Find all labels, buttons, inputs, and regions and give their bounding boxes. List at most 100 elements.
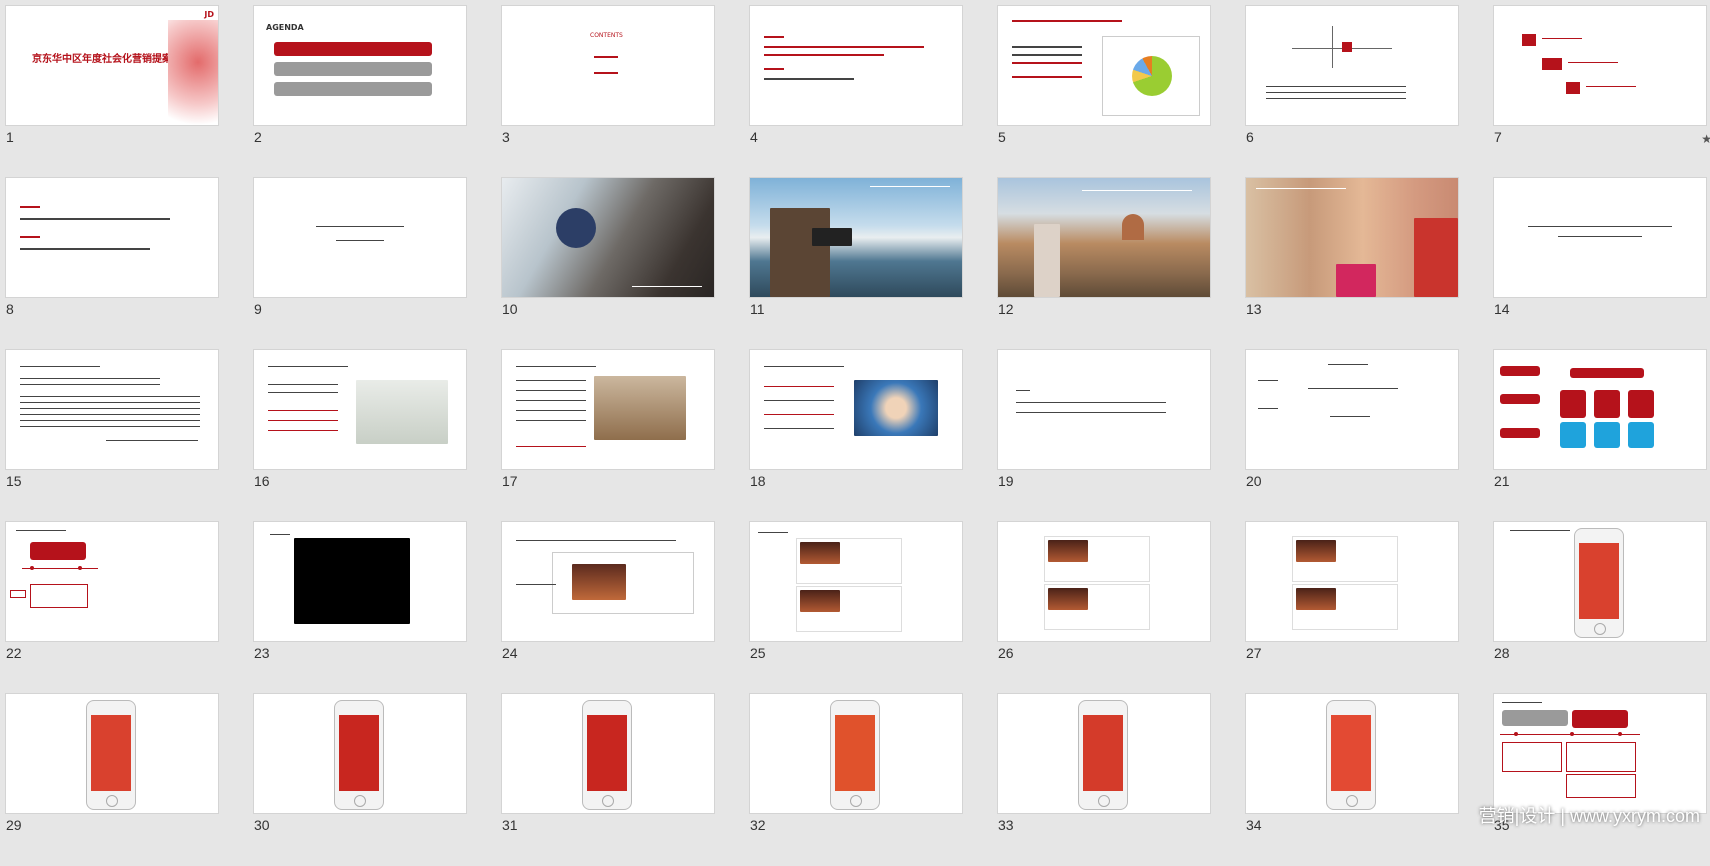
slide-thumb-22[interactable]: 22 bbox=[6, 522, 218, 694]
slide-thumb-18[interactable]: 18 bbox=[750, 350, 962, 522]
text-line bbox=[20, 248, 150, 250]
slide-thumb-6[interactable]: 6 bbox=[1246, 6, 1458, 178]
slide-thumb-35[interactable]: 35 bbox=[1494, 694, 1706, 866]
slide-thumb-28[interactable]: 28 bbox=[1494, 522, 1706, 694]
flow-box bbox=[1500, 394, 1540, 404]
slide-thumb-24[interactable]: 24 bbox=[502, 522, 714, 694]
agenda-item bbox=[274, 62, 432, 76]
slide-thumb-26[interactable]: 26 bbox=[998, 522, 1210, 694]
slide-thumb-5[interactable]: 5 bbox=[998, 6, 1210, 178]
slide-thumb-27[interactable]: 27 bbox=[1246, 522, 1458, 694]
photo-photographer bbox=[502, 178, 714, 297]
slide-canvas bbox=[750, 6, 962, 125]
text-line bbox=[106, 440, 198, 441]
slide-thumb-10[interactable]: 10 bbox=[502, 178, 714, 350]
slide-thumb-15[interactable]: 15 bbox=[6, 350, 218, 522]
slide-thumb-9[interactable]: 9 bbox=[254, 178, 466, 350]
jd-icon bbox=[1342, 42, 1352, 52]
slide-thumb-3[interactable]: CONTENTS 3 bbox=[502, 6, 714, 178]
timeline-dot bbox=[30, 566, 34, 570]
phone-screen bbox=[91, 715, 131, 791]
camera-shape bbox=[556, 208, 596, 248]
pie-chart bbox=[1132, 56, 1172, 96]
slide-number: 23 bbox=[254, 645, 270, 661]
text-line bbox=[764, 54, 884, 56]
slide-thumb-33[interactable]: 33 bbox=[998, 694, 1210, 866]
slide-thumb-13[interactable]: 13 bbox=[1246, 178, 1458, 350]
text-line bbox=[594, 72, 618, 74]
phone-screen bbox=[835, 715, 875, 791]
home-button bbox=[602, 795, 614, 807]
slide-number: 7 bbox=[1494, 129, 1502, 145]
slide-number: 30 bbox=[254, 817, 270, 833]
slide-canvas bbox=[1246, 6, 1458, 125]
slide-number: 33 bbox=[998, 817, 1014, 833]
slide-thumb-19[interactable]: 19 bbox=[998, 350, 1210, 522]
slide-thumb-32[interactable]: 32 bbox=[750, 694, 962, 866]
slide-canvas bbox=[502, 694, 714, 813]
slide-thumb-30[interactable]: 30 bbox=[254, 694, 466, 866]
flow-box-blue bbox=[1594, 422, 1620, 448]
slide-number: 5 bbox=[998, 129, 1006, 145]
slide-thumb-12[interactable]: 12 bbox=[998, 178, 1210, 350]
slide-thumb-1[interactable]: 京东华中区年度社会化营销提案 JD 1 bbox=[6, 6, 218, 178]
slide-thumb-14[interactable]: 14 bbox=[1494, 178, 1706, 350]
slide-thumb-29[interactable]: 29 bbox=[6, 694, 218, 866]
slide-thumb-21[interactable]: 21 bbox=[1494, 350, 1706, 522]
slide-canvas bbox=[998, 6, 1210, 125]
text-line bbox=[1012, 20, 1122, 22]
slide-canvas bbox=[1494, 522, 1706, 641]
phone-mockup bbox=[582, 700, 632, 810]
flow-box bbox=[1628, 390, 1654, 418]
slide-number: 1 bbox=[6, 129, 14, 145]
slide-thumb-25[interactable]: 25 bbox=[750, 522, 962, 694]
text-line bbox=[1256, 188, 1346, 189]
photo-art bbox=[854, 380, 938, 436]
slide-thumb-17[interactable]: 17 bbox=[502, 350, 714, 522]
slide-thumb-8[interactable]: 8 bbox=[6, 178, 218, 350]
text-line bbox=[316, 226, 404, 227]
slide-canvas bbox=[750, 350, 962, 469]
text-line bbox=[516, 584, 556, 585]
slide-number: 6 bbox=[1246, 129, 1254, 145]
dome-shape bbox=[1122, 214, 1144, 240]
slide-canvas bbox=[1494, 694, 1706, 813]
slide-canvas bbox=[254, 522, 466, 641]
slide-canvas bbox=[502, 350, 714, 469]
text-line bbox=[1558, 236, 1642, 237]
phone-screen bbox=[587, 715, 627, 791]
text-line bbox=[764, 68, 784, 70]
flow-box bbox=[1594, 390, 1620, 418]
slide-thumb-16[interactable]: 16 bbox=[254, 350, 466, 522]
slide-thumb-2[interactable]: AGENDA 2 bbox=[254, 6, 466, 178]
slide-thumb-11[interactable]: 11 bbox=[750, 178, 962, 350]
slide-thumb-31[interactable]: 31 bbox=[502, 694, 714, 866]
slide-number: 20 bbox=[1246, 473, 1262, 489]
slide-number: 2 bbox=[254, 129, 262, 145]
text-line bbox=[870, 186, 950, 187]
text-line bbox=[516, 400, 586, 401]
slide-thumb-7[interactable]: 7 ★ bbox=[1494, 6, 1710, 178]
agenda-item bbox=[274, 82, 432, 96]
home-button bbox=[850, 795, 862, 807]
text-line bbox=[1016, 390, 1030, 391]
slide-sorter-grid: 京东华中区年度社会化营销提案 JD 1 AGENDA 2 CONTENTS 3 bbox=[6, 6, 1710, 866]
text-line bbox=[516, 390, 586, 391]
slide-thumb-34[interactable]: 34 bbox=[1246, 694, 1458, 866]
phone-screen bbox=[1083, 715, 1123, 791]
text-line bbox=[336, 240, 384, 241]
slide-thumb-23[interactable]: 23 bbox=[254, 522, 466, 694]
text-line bbox=[516, 540, 676, 541]
text-line bbox=[1328, 364, 1368, 365]
slide-thumb-4[interactable]: 4 bbox=[750, 6, 962, 178]
text-line bbox=[1012, 76, 1082, 78]
post-image bbox=[1296, 540, 1336, 562]
brand-icon bbox=[1566, 82, 1580, 94]
text-line bbox=[1266, 98, 1406, 99]
camera-shape bbox=[812, 228, 852, 246]
head-graphic bbox=[168, 20, 218, 125]
text-line bbox=[16, 530, 66, 531]
slide-thumb-20[interactable]: 20 bbox=[1246, 350, 1458, 522]
text-line bbox=[764, 78, 854, 80]
post-image bbox=[800, 590, 840, 612]
